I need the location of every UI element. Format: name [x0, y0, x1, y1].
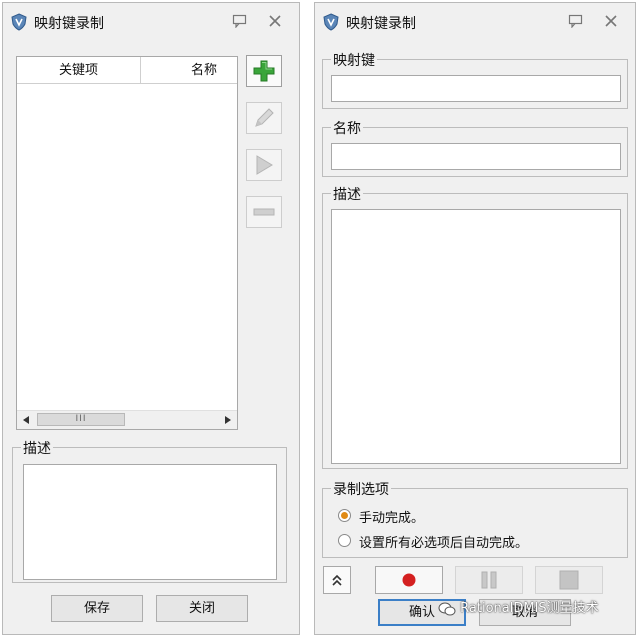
- title-bar[interactable]: 映射键录制: [3, 3, 299, 39]
- record-icon: [402, 573, 416, 587]
- title-bar[interactable]: 映射键录制: [315, 3, 635, 39]
- name-group: 名称: [322, 118, 628, 177]
- scroll-right-arrow-icon[interactable]: [225, 416, 231, 424]
- mapping-key-input[interactable]: [331, 75, 621, 102]
- mapping-key-label: 映射键: [331, 50, 377, 70]
- remove-button[interactable]: [246, 196, 282, 228]
- mapping-key-group: 映射键: [322, 50, 628, 109]
- watermark-text: RationalDMIS测量技术: [460, 601, 599, 616]
- pause-button[interactable]: [455, 566, 523, 594]
- close-button[interactable]: 关闭: [156, 595, 248, 622]
- description-label: 描述: [21, 438, 53, 458]
- double-chevron-up-icon: [332, 574, 342, 586]
- description-textarea[interactable]: [23, 464, 277, 580]
- add-button[interactable]: [246, 55, 282, 87]
- scroll-left-arrow-icon[interactable]: [23, 416, 29, 424]
- radio-label: 设置所有必选项后自动完成。: [359, 536, 529, 551]
- watermark: RationalDMIS测量技术: [438, 598, 599, 620]
- name-input[interactable]: [331, 143, 621, 170]
- collapse-button[interactable]: [323, 566, 351, 594]
- wechat-icon: [438, 602, 456, 615]
- description-label: 描述: [331, 184, 363, 204]
- radio-button[interactable]: [338, 534, 351, 547]
- stop-icon: [559, 570, 579, 590]
- play-icon: [256, 155, 273, 175]
- save-button[interactable]: 保存: [51, 595, 143, 622]
- app-shield-icon: [323, 13, 339, 31]
- radio-button[interactable]: [338, 509, 351, 522]
- close-icon[interactable]: [604, 14, 618, 28]
- edit-button[interactable]: [246, 102, 282, 134]
- pin-icon[interactable]: [232, 14, 248, 28]
- stop-button[interactable]: [535, 566, 603, 594]
- pause-icon: [481, 571, 497, 589]
- radio-label: 手动完成。: [359, 511, 425, 526]
- record-options-group: 录制选项 手动完成。 设置所有必选项后自动完成。: [322, 479, 628, 558]
- horizontal-scrollbar[interactable]: III: [17, 410, 237, 429]
- pencil-icon: [255, 108, 274, 127]
- plus-icon: [253, 60, 275, 82]
- name-label: 名称: [331, 118, 363, 138]
- column-header-key-item[interactable]: 关键项: [17, 57, 141, 84]
- mapping-key-list[interactable]: 关键项 名称 III: [16, 56, 238, 430]
- play-button[interactable]: [246, 149, 282, 181]
- column-header-name[interactable]: 名称: [141, 57, 237, 84]
- mapping-key-list-window: 映射键录制 关键项 名称 III 描述 保存 关闭: [2, 2, 300, 635]
- record-button[interactable]: [375, 566, 443, 594]
- close-icon[interactable]: [268, 14, 282, 28]
- minus-icon: [253, 208, 275, 216]
- description-group: 描述: [322, 184, 628, 469]
- scrollbar-thumb[interactable]: III: [37, 413, 125, 426]
- window-title: 映射键录制: [34, 16, 104, 32]
- window-title: 映射键录制: [346, 16, 416, 32]
- mapping-key-record-window: 映射键录制 映射键 名称 描述 录制选项 手动完成。 设置所有必选项后自动完成。: [314, 2, 636, 635]
- description-group: 描述: [12, 438, 287, 583]
- record-options-label: 录制选项: [331, 479, 391, 499]
- app-shield-icon: [11, 13, 27, 31]
- description-textarea[interactable]: [331, 209, 621, 464]
- pin-icon[interactable]: [568, 14, 584, 28]
